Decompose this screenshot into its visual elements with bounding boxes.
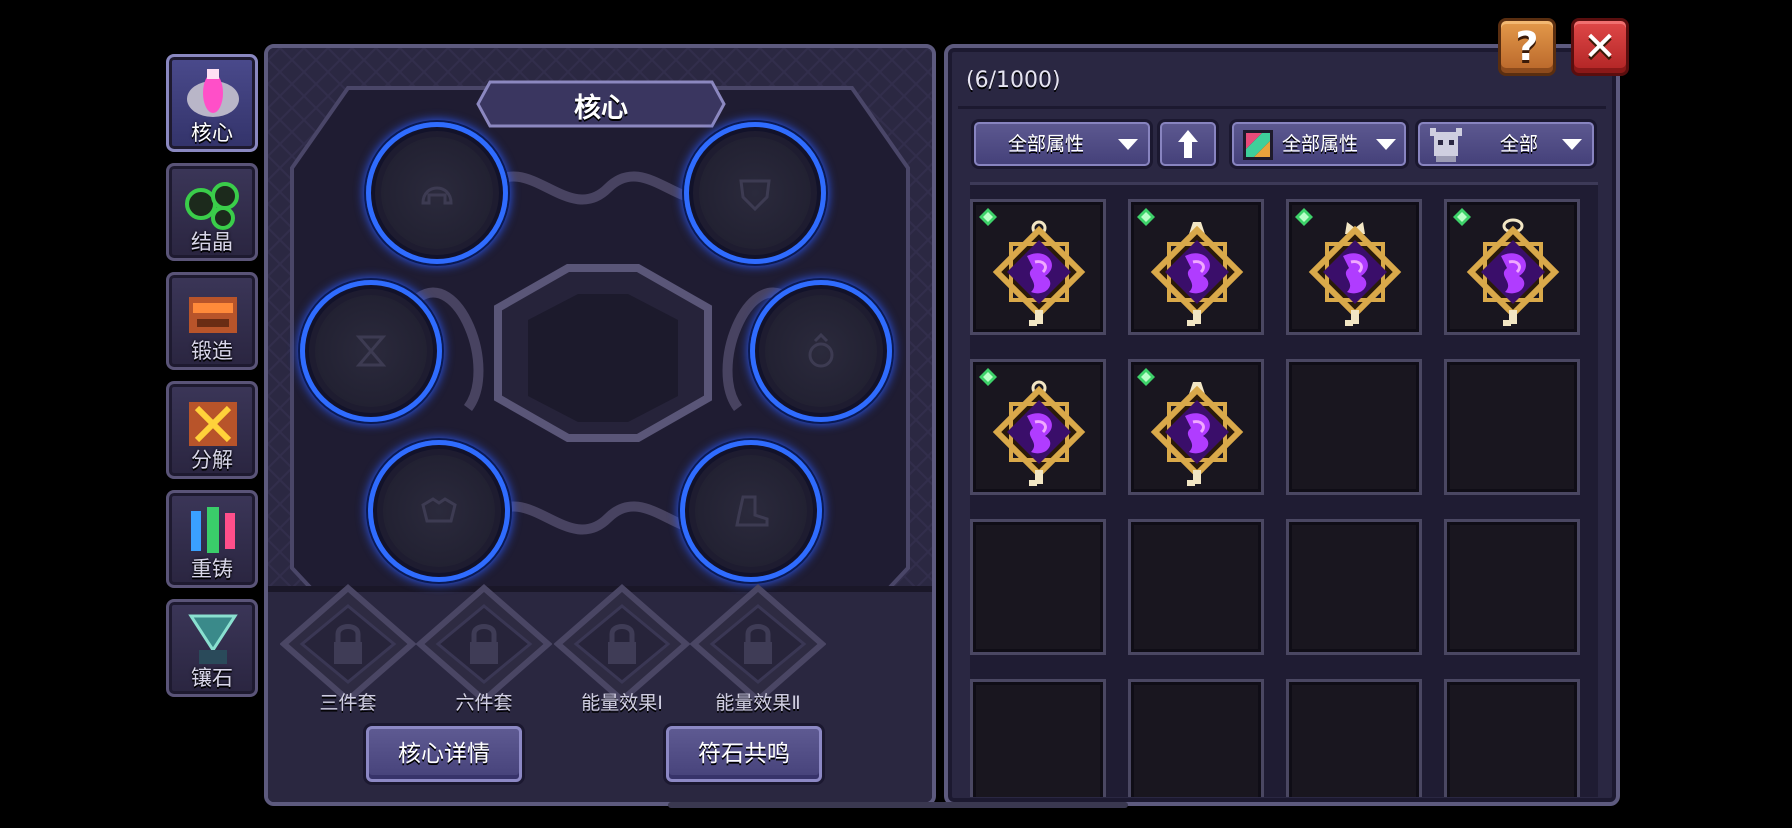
side-tab-core[interactable]: 核心 bbox=[166, 54, 258, 152]
inventory-slot[interactable] bbox=[1444, 199, 1580, 335]
rune-resonance-button[interactable]: 符石共鸣 bbox=[666, 726, 822, 782]
ring-outline-icon bbox=[808, 332, 834, 368]
inventory-slot[interactable] bbox=[970, 679, 1106, 797]
side-tab-dismantle[interactable]: 分解 bbox=[166, 381, 258, 479]
side-tab-label: 重铸 bbox=[191, 557, 233, 581]
reforge-icon bbox=[191, 507, 235, 553]
sort-order-button[interactable] bbox=[1160, 122, 1216, 166]
scroll-indicator[interactable] bbox=[668, 802, 1128, 808]
locked-diamond-frame bbox=[415, 584, 553, 704]
close-icon: ✕ bbox=[1583, 24, 1617, 70]
inventory-slot[interactable] bbox=[1128, 359, 1264, 495]
inventory-panel: (6/1000) 全部属性 全部属性 全部 bbox=[944, 44, 1620, 806]
set-bonus-label: 三件套 bbox=[319, 692, 377, 714]
side-tab-label: 分解 bbox=[191, 448, 233, 472]
chevron-down-icon bbox=[1562, 139, 1582, 150]
attribute-filter-label: 全部属性 bbox=[1008, 133, 1085, 155]
side-tab-label: 核心 bbox=[191, 121, 233, 145]
equip-socket-helmet[interactable] bbox=[366, 122, 508, 264]
inventory-count: (6/1000) bbox=[966, 68, 1061, 93]
side-tab-label: 镶石 bbox=[191, 666, 233, 690]
inventory-slot[interactable] bbox=[1444, 679, 1580, 797]
locked-diamond-frame bbox=[279, 584, 417, 704]
inventory-slot[interactable] bbox=[1444, 359, 1580, 495]
crystal-icon bbox=[185, 182, 239, 230]
side-tab-label: 锻造 bbox=[191, 339, 233, 363]
inventory-slot[interactable] bbox=[1128, 679, 1264, 797]
locked-diamond-frame bbox=[553, 584, 691, 704]
close-button[interactable]: ✕ bbox=[1571, 18, 1629, 76]
inventory-slot[interactable] bbox=[1286, 519, 1422, 655]
helmet-outline-icon bbox=[421, 186, 453, 205]
equip-socket-chest[interactable] bbox=[684, 122, 826, 264]
element-filter-label: 全部属性 bbox=[1282, 133, 1359, 155]
inlay-icon bbox=[188, 614, 238, 664]
side-tab-crystal[interactable]: 结晶 bbox=[166, 163, 258, 261]
hourglass-outline-icon bbox=[355, 335, 387, 367]
help-button[interactable]: ? bbox=[1498, 18, 1556, 76]
type-filter-label: 全部 bbox=[1500, 133, 1539, 155]
purple-core-amulet bbox=[1150, 382, 1244, 486]
equip-socket-ring[interactable] bbox=[750, 280, 892, 422]
inventory-slot[interactable] bbox=[1444, 519, 1580, 655]
core-icon bbox=[187, 69, 239, 117]
forge-icon bbox=[189, 297, 237, 333]
inventory-slot[interactable] bbox=[970, 199, 1106, 335]
set-bonus-label: 能量效果Ⅰ bbox=[581, 692, 663, 714]
chevron-down-icon bbox=[1118, 139, 1138, 150]
purple-core-amulet bbox=[1466, 218, 1560, 326]
armor-outline-icon bbox=[421, 497, 457, 523]
inventory-slot[interactable] bbox=[1286, 679, 1422, 797]
inventory-slot[interactable] bbox=[970, 519, 1106, 655]
side-tab-forge[interactable]: 锻造 bbox=[166, 272, 258, 370]
arrow-up-icon bbox=[1178, 130, 1198, 158]
purple-core-amulet bbox=[1308, 222, 1402, 326]
boot-outline-icon bbox=[735, 495, 769, 527]
inventory-slot[interactable] bbox=[1128, 199, 1264, 335]
inventory-slot[interactable] bbox=[1128, 519, 1264, 655]
core-panel: 核心 三件套 六件套 能量效果Ⅰ 能量效果Ⅱ 核心详情 符石共鸣 bbox=[264, 44, 936, 806]
set-bonus-label: 六件套 bbox=[455, 692, 513, 714]
purple-core-amulet bbox=[1150, 222, 1244, 326]
equip-socket-boots[interactable] bbox=[680, 440, 822, 582]
rainbow-element-icon bbox=[1243, 130, 1273, 160]
question-mark-icon: ? bbox=[1515, 24, 1539, 70]
set-bonus-label: 能量效果Ⅱ bbox=[715, 692, 801, 714]
side-tab-label: 结晶 bbox=[191, 230, 233, 254]
header-divider bbox=[958, 106, 1606, 109]
inventory-slot[interactable] bbox=[970, 359, 1106, 495]
equip-socket-gloves[interactable] bbox=[300, 280, 442, 422]
dismantle-icon bbox=[189, 402, 237, 446]
purple-core-amulet bbox=[992, 220, 1086, 326]
robot-mask-icon bbox=[1430, 128, 1462, 162]
inventory-slot[interactable] bbox=[1286, 359, 1422, 495]
equip-socket-shoulder[interactable] bbox=[368, 440, 510, 582]
locked-diamond-frame bbox=[689, 584, 827, 704]
side-tab-inlay[interactable]: 镶石 bbox=[166, 599, 258, 697]
core-title: 核心 bbox=[574, 93, 628, 124]
type-filter-dropdown[interactable]: 全部 bbox=[1418, 122, 1594, 166]
chevron-down-icon bbox=[1376, 139, 1396, 150]
attribute-filter-dropdown[interactable]: 全部属性 bbox=[974, 122, 1150, 166]
inventory-grid bbox=[970, 182, 1598, 797]
inventory-slot[interactable] bbox=[1286, 199, 1422, 335]
shield-outline-icon bbox=[739, 179, 771, 212]
purple-core-amulet bbox=[992, 380, 1086, 486]
core-details-button[interactable]: 核心详情 bbox=[366, 726, 522, 782]
element-filter-dropdown[interactable]: 全部属性 bbox=[1232, 122, 1406, 166]
side-tab-reforge[interactable]: 重铸 bbox=[166, 490, 258, 588]
